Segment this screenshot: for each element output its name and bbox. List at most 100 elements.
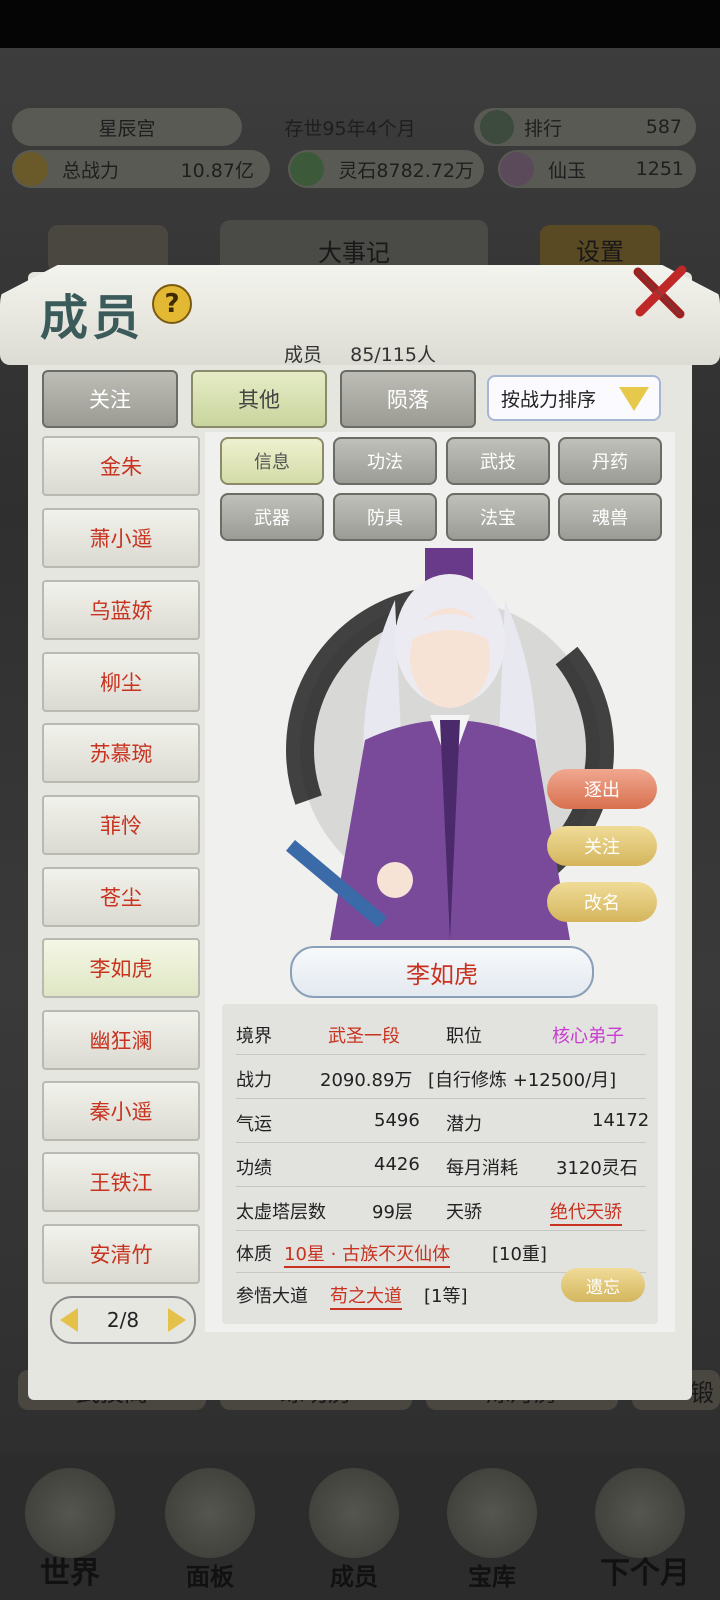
forge-label: 锻 — [690, 1378, 714, 1407]
member-item[interactable]: 安清竹 — [42, 1224, 200, 1284]
follow-button[interactable]: 关注 — [547, 826, 657, 866]
combat-label: 战力 — [236, 1070, 272, 1091]
subtab-info-label: 信息 — [254, 452, 290, 473]
talent-value[interactable]: 绝代天骄 — [550, 1198, 622, 1226]
help-icon[interactable]: ? — [152, 284, 192, 324]
merit-value: 4426 — [374, 1154, 420, 1175]
member-name: 安清竹 — [89, 1243, 153, 1267]
tower-label: 太虚塔层数 — [236, 1202, 326, 1223]
subtab-pills-label: 丹药 — [592, 452, 628, 473]
subtab-armor-label: 防具 — [367, 508, 403, 529]
dao-level: [1等] — [424, 1286, 468, 1307]
info-row-realm: 境界 武圣一段 职位 核心弟子 — [236, 1010, 646, 1055]
member-name: 秦小遥 — [89, 1100, 153, 1124]
nav-world-label: 世界 — [40, 1556, 100, 1591]
dao-value[interactable]: 苟之大道 — [330, 1282, 402, 1310]
jade-icon — [500, 152, 534, 186]
subtab-pills[interactable]: 丹药 — [558, 437, 662, 485]
member-name: 金朱 — [100, 455, 142, 479]
panel-title: 成员 — [40, 290, 145, 346]
realm-value: 武圣一段 — [328, 1026, 400, 1047]
sort-label: 按战力排序 — [501, 388, 597, 411]
expel-button[interactable]: 逐出 — [547, 769, 657, 809]
subtab-skills[interactable]: 功法 — [333, 437, 437, 485]
member-name: 苏慕琬 — [89, 742, 153, 766]
member-item[interactable]: 王铁江 — [42, 1152, 200, 1212]
member-item[interactable]: 菲怜 — [42, 795, 200, 855]
next-month-icon — [595, 1468, 685, 1558]
position-value: 核心弟子 — [552, 1026, 624, 1047]
power-icon — [14, 152, 48, 186]
tab-follow-label: 关注 — [89, 388, 131, 412]
forget-button[interactable]: 遗忘 — [561, 1268, 645, 1302]
dropdown-arrow-icon — [619, 387, 649, 411]
nav-world[interactable]: 世界 — [10, 1460, 130, 1600]
tab-follow[interactable]: 关注 — [42, 370, 178, 428]
rank-icon — [480, 110, 514, 144]
character-portrait — [286, 548, 614, 940]
nav-panel-label: 面板 — [186, 1563, 234, 1591]
tower-value: 99层 — [372, 1202, 413, 1223]
subtab-info[interactable]: 信息 — [220, 437, 324, 485]
nav-members[interactable]: 成员 — [294, 1460, 414, 1600]
spirit-stone-icon — [290, 152, 324, 186]
member-item-selected[interactable]: 李如虎 — [42, 938, 200, 998]
member-item[interactable]: 萧小遥 — [42, 508, 200, 568]
member-count: 成员 85/115人 — [0, 340, 720, 367]
nav-members-label: 成员 — [330, 1563, 378, 1591]
events-label: 大事记 — [318, 238, 390, 267]
cost-value: 3120灵石 — [556, 1158, 638, 1179]
member-item[interactable]: 苏慕琬 — [42, 723, 200, 783]
member-count-value: 85/115人 — [350, 344, 436, 366]
world-icon — [25, 1468, 115, 1558]
sort-dropdown[interactable]: 按战力排序 — [487, 375, 661, 421]
physique-level: [10重] — [492, 1244, 547, 1265]
rank-label: 排行 — [524, 117, 563, 140]
subtab-armor[interactable]: 防具 — [333, 493, 437, 541]
member-name: 萧小遥 — [89, 527, 153, 551]
character-name: 李如虎 — [406, 960, 478, 989]
nav-next-month[interactable]: 下个月 — [580, 1460, 710, 1600]
member-item[interactable]: 柳尘 — [42, 652, 200, 712]
member-item[interactable]: 苍尘 — [42, 867, 200, 927]
member-name: 李如虎 — [89, 957, 153, 981]
info-row-combat: 战力 2090.89万 [自行修炼 +12500/月] — [236, 1054, 646, 1099]
nav-next-month-label: 下个月 — [600, 1556, 690, 1591]
luck-value: 5496 — [374, 1110, 420, 1131]
close-icon[interactable] — [630, 262, 690, 322]
info-row-luck: 气运 5496 潜力 14172 — [236, 1098, 649, 1143]
subtab-weapon[interactable]: 武器 — [220, 493, 324, 541]
realm-label: 境界 — [236, 1026, 272, 1047]
training-info: [自行修炼 +12500/月] — [428, 1070, 617, 1091]
position-label: 职位 — [446, 1026, 482, 1047]
subtab-beast[interactable]: 魂兽 — [558, 493, 662, 541]
tab-other[interactable]: 其他 — [191, 370, 327, 428]
dao-label: 参悟大道 — [236, 1286, 308, 1307]
member-item[interactable]: 幽狂澜 — [42, 1010, 200, 1070]
member-name: 菲怜 — [100, 814, 142, 838]
next-page-icon[interactable] — [168, 1308, 186, 1332]
subtab-weapon-label: 武器 — [254, 508, 290, 529]
tab-fallen[interactable]: 陨落 — [340, 370, 476, 428]
spirit-stone-value: 灵石8782.72万 — [338, 159, 474, 182]
combat-value: 2090.89万 — [320, 1070, 413, 1091]
character-name-plate: 李如虎 — [290, 946, 594, 998]
subtab-treasure[interactable]: 法宝 — [446, 493, 550, 541]
nav-treasury-label: 宝库 — [468, 1563, 516, 1591]
subtab-martial[interactable]: 武技 — [446, 437, 550, 485]
member-item[interactable]: 乌蓝娇 — [42, 580, 200, 640]
nav-treasury[interactable]: 宝库 — [432, 1460, 552, 1600]
physique-label: 体质 — [236, 1244, 272, 1265]
member-item[interactable]: 秦小遥 — [42, 1081, 200, 1141]
pager: 2/8 — [50, 1296, 196, 1344]
member-item[interactable]: 金朱 — [42, 436, 200, 496]
info-row-tower: 太虚塔层数 99层 天骄 绝代天骄 — [236, 1186, 646, 1231]
physique-value[interactable]: 10星 · 古族不灭仙体 — [284, 1240, 451, 1268]
member-name: 王铁江 — [89, 1171, 153, 1195]
sect-age: 存世95年4个月 — [284, 117, 416, 140]
nav-panel[interactable]: 面板 — [150, 1460, 270, 1600]
tab-fallen-label: 陨落 — [387, 388, 429, 412]
rename-button[interactable]: 改名 — [547, 882, 657, 922]
follow-label: 关注 — [584, 837, 620, 858]
treasury-icon — [447, 1468, 537, 1558]
